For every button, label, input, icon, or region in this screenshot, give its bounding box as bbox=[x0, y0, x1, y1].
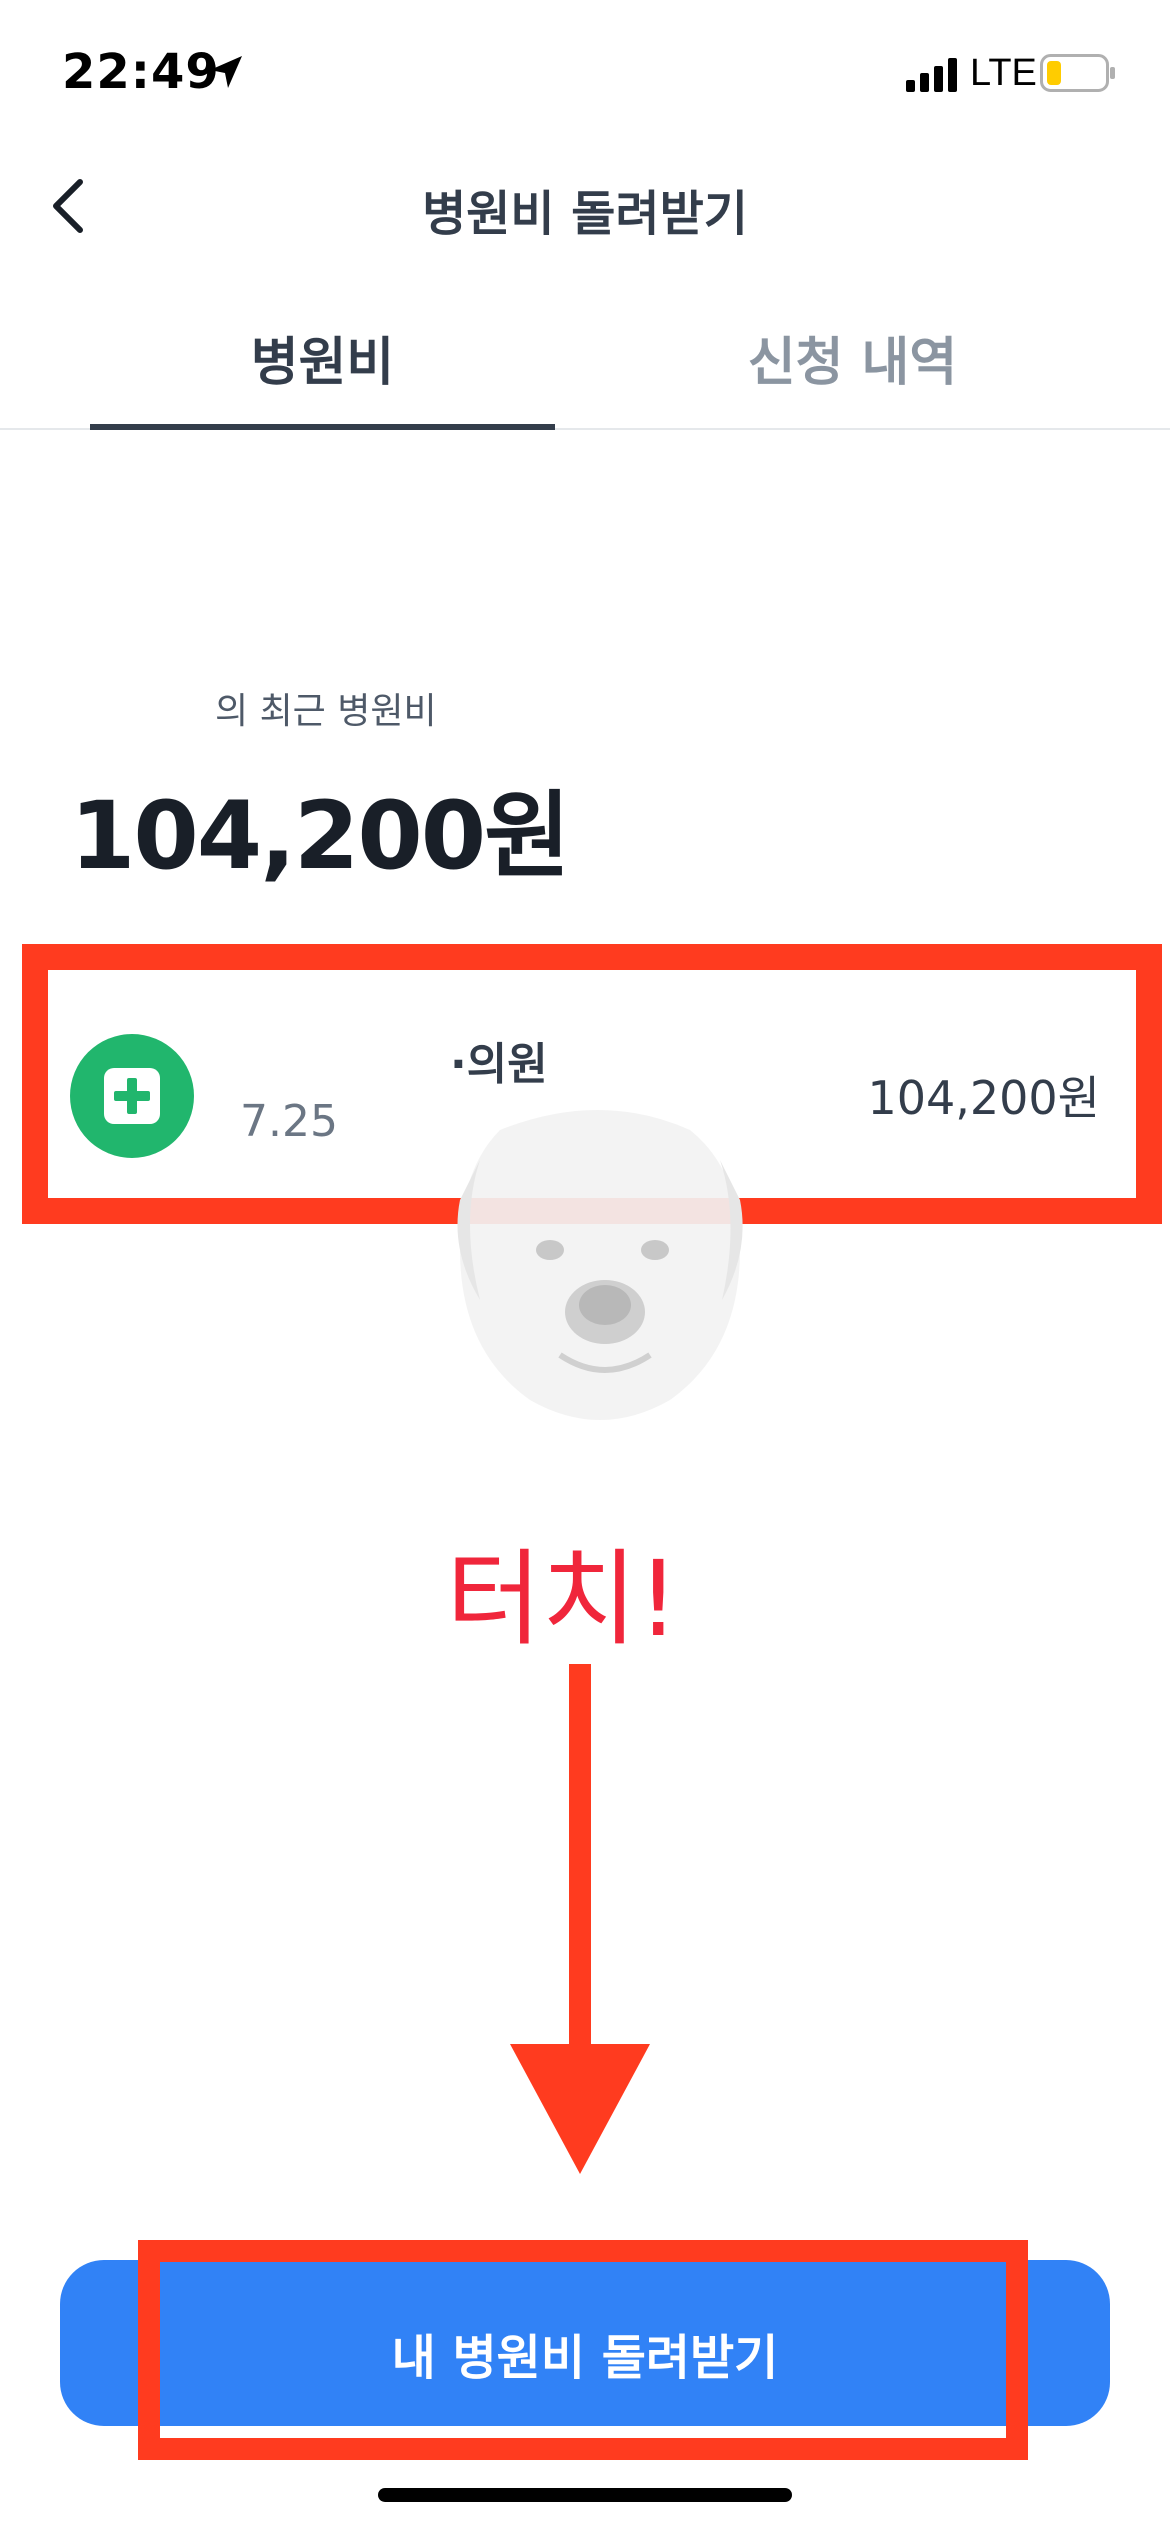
network-type: LTE bbox=[970, 52, 1037, 94]
hospital-icon bbox=[70, 1034, 194, 1158]
bill-amount: 104,200원 bbox=[867, 1071, 1100, 1125]
plus-icon bbox=[104, 1068, 160, 1124]
dog-sticker bbox=[457, 1110, 743, 1420]
status-bar: 22:49 LTE bbox=[0, 0, 1170, 140]
cellular-signal-icon bbox=[906, 58, 957, 92]
visit-date: 7.25 bbox=[240, 1096, 338, 1147]
page-title: 병원비 돌려받기 bbox=[422, 186, 748, 242]
recent-bills-label: 의 최근 병원비 bbox=[215, 691, 437, 732]
down-arrow-annotation bbox=[510, 1664, 650, 2174]
claim-bill-button[interactable]: 내 병원비 돌려받기 bbox=[60, 2260, 1110, 2426]
touch-annotation: 터치! bbox=[446, 1538, 680, 1660]
battery-icon bbox=[1040, 54, 1115, 92]
location-arrow-icon bbox=[210, 56, 242, 88]
hospital-name: ·의원 bbox=[450, 1039, 548, 1090]
total-amount: 104,200원 bbox=[70, 782, 571, 891]
tab-bar: 병원비 신청 내역 bbox=[0, 300, 1170, 430]
claim-bill-button-label: 내 병원비 돌려받기 bbox=[391, 2330, 779, 2386]
active-tab-indicator bbox=[90, 424, 555, 430]
tab-hospital-bills[interactable]: 병원비 bbox=[90, 320, 555, 395]
tab-claim-history[interactable]: 신청 내역 bbox=[620, 320, 1085, 395]
home-indicator bbox=[378, 2488, 792, 2502]
screen: 22:49 LTE 병원비 돌려받기 병원비 신청 내역 의 최근 병원비 10… bbox=[0, 0, 1170, 2532]
status-time: 22:49 bbox=[62, 44, 220, 100]
